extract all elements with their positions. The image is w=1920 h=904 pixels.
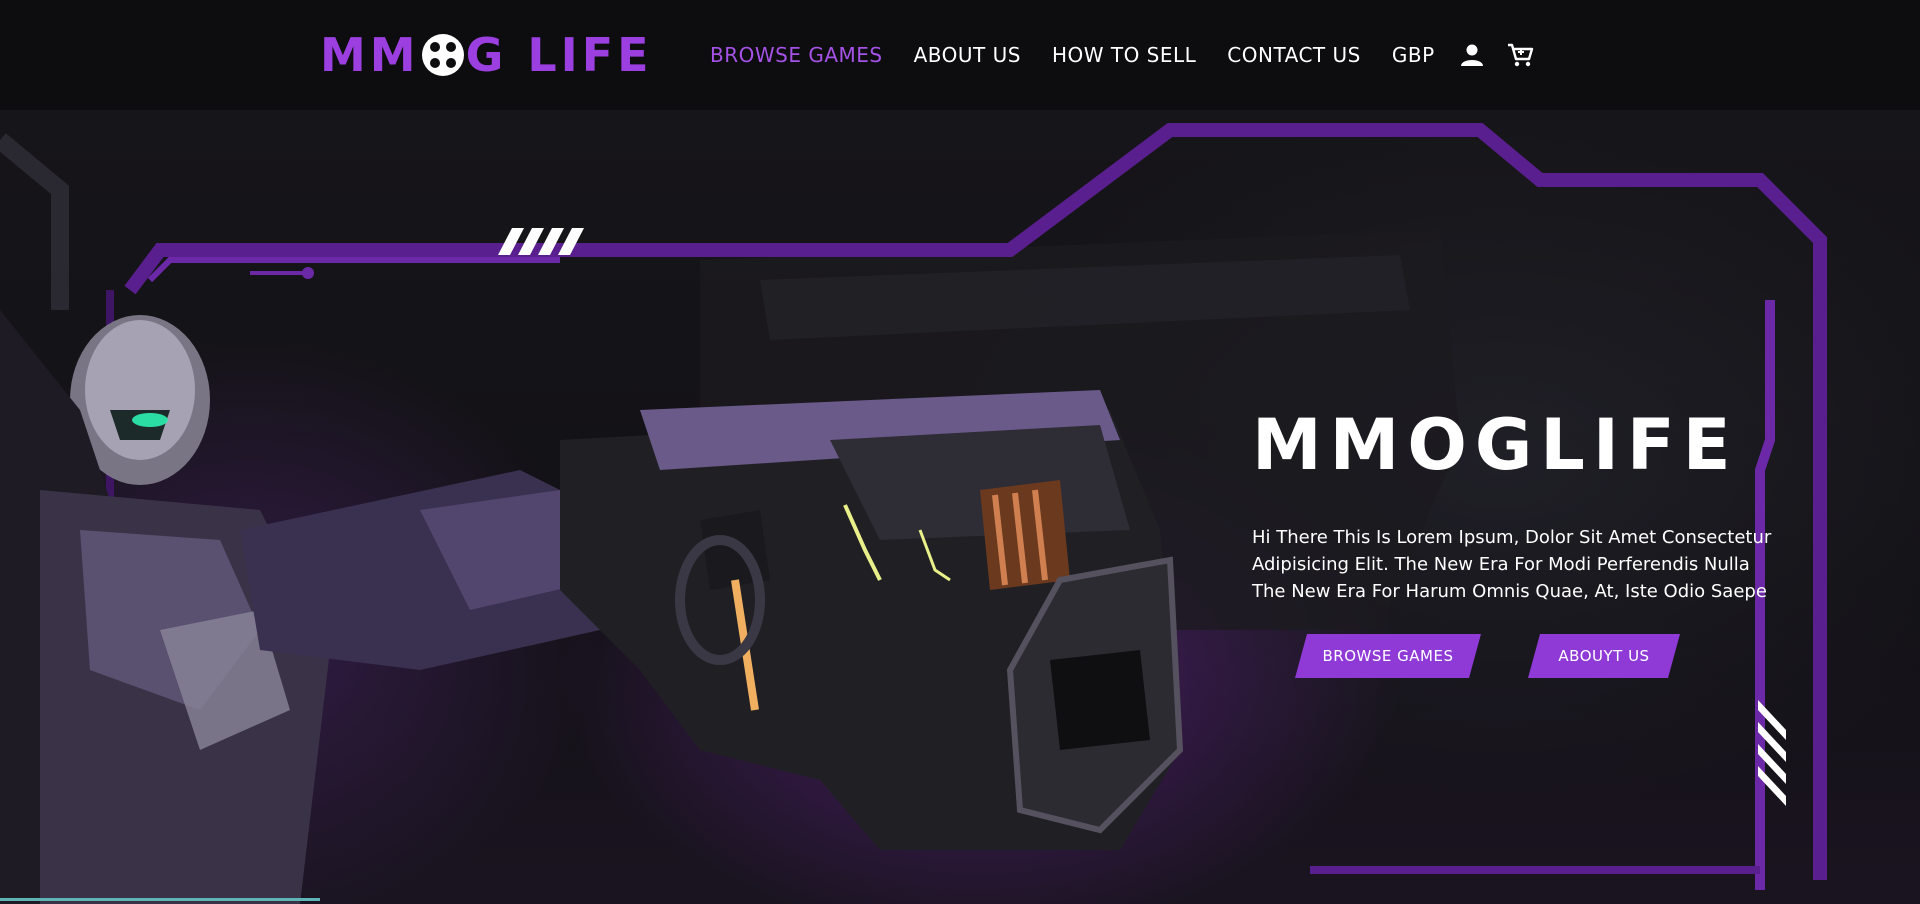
nav-contact-us[interactable]: CONTACT US — [1227, 43, 1361, 67]
user-icon[interactable] — [1459, 42, 1485, 68]
hero-artwork — [0, 123, 1827, 904]
site-header: MM G LIFE BROWSE GAMES ABOUT US HOW TO S… — [0, 0, 1920, 110]
nav-about-us[interactable]: ABOUT US — [914, 43, 1021, 67]
currency-selector[interactable]: GBP — [1392, 43, 1435, 67]
cart-icon[interactable] — [1507, 42, 1533, 68]
logo-text-right: G LIFE — [465, 28, 653, 82]
about-us-button[interactable]: ABOUYT US — [1528, 634, 1680, 678]
main-nav: BROWSE GAMES ABOUT US HOW TO SELL CONTAC… — [710, 42, 1555, 68]
scroll-progress-bar — [0, 898, 320, 901]
film-reel-icon — [421, 34, 464, 76]
hero-description: Hi There This Is Lorem Ipsum, Dolor Sit … — [1252, 527, 1772, 602]
site-logo[interactable]: MM G LIFE — [320, 28, 653, 82]
nav-how-to-sell[interactable]: HOW TO SELL — [1052, 43, 1196, 67]
logo-text-left: MM — [320, 28, 420, 82]
browse-games-button[interactable]: BROWSE GAMES — [1295, 634, 1481, 678]
hero-title: MMOGLIFE — [1252, 404, 1739, 486]
nav-browse-games[interactable]: BROWSE GAMES — [710, 43, 883, 67]
hero-banner: MMOGLIFE Hi There This Is Lorem Ipsum, D… — [0, 110, 1920, 904]
